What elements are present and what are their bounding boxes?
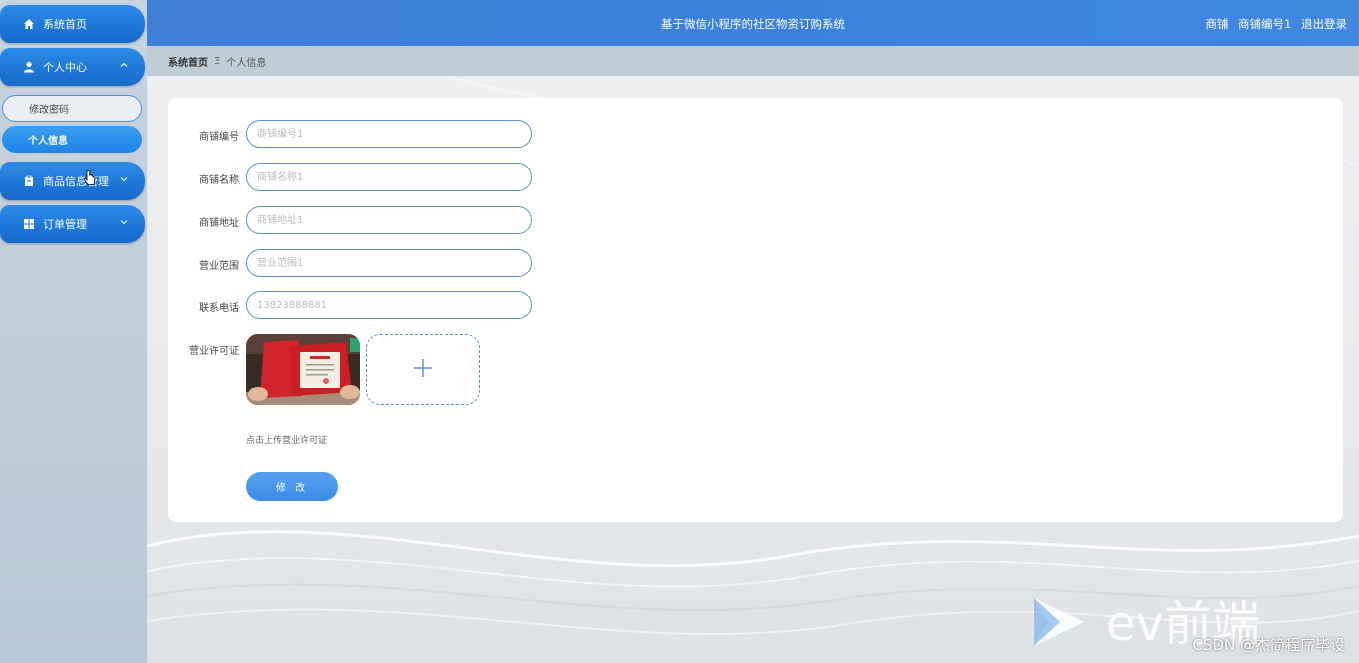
sidebar-item-label: 系统首页: [43, 18, 87, 31]
upload-hint: 点击上传营业许可证: [246, 436, 328, 446]
field-label-shop-address: 商铺地址: [199, 218, 239, 229]
breadcrumb-current: 个人信息: [226, 57, 267, 69]
field-label-shop-id: 商铺编号: [199, 132, 239, 143]
submit-button[interactable]: 修 改: [246, 472, 338, 501]
sidebar-subitem-label: 修改密码: [29, 105, 69, 116]
chevron-down-icon: [119, 174, 129, 184]
shop-name-input[interactable]: [246, 163, 532, 191]
user-icon: [22, 60, 36, 74]
sidebar-item-label: 商品信息管理: [43, 175, 109, 188]
breadcrumb: 系统首页 Ξ 个人信息: [147, 46, 1359, 76]
field-label-phone: 联系电话: [199, 303, 239, 314]
business-license-image[interactable]: [246, 334, 360, 405]
user-info: 商铺 商铺编号1 退出登录: [1199, 16, 1347, 32]
chevron-up-icon: [119, 60, 129, 70]
top-header: 基于微信小程序的社区物资订购系统 商铺 商铺编号1 退出登录: [147, 0, 1359, 46]
sidebar-item-label: 订单管理: [43, 218, 87, 231]
sidebar-subitem-label: 个人信息: [28, 136, 68, 147]
watermark-text: CSDN @杰简程序毕设: [1192, 636, 1345, 654]
plus-icon: [412, 357, 434, 382]
goods-icon: [22, 174, 36, 188]
sidebar-item-goods-management[interactable]: 商品信息管理: [0, 162, 145, 200]
system-title: 基于微信小程序的社区物资订购系统: [661, 17, 845, 31]
chevron-down-icon: [119, 217, 129, 227]
sidebar-subitem-personal-info[interactable]: 个人信息: [2, 126, 142, 153]
mouse-cursor-icon: [83, 169, 96, 189]
field-label-shop-name: 商铺名称: [199, 175, 239, 186]
user-name: 商铺编号1: [1238, 17, 1292, 31]
home-icon: [22, 17, 36, 31]
breadcrumb-separator: Ξ: [214, 55, 221, 67]
user-role: 商铺: [1205, 17, 1229, 31]
sidebar-item-order-management[interactable]: 订单管理: [0, 205, 145, 243]
shop-id-input[interactable]: [246, 120, 532, 148]
license-upload-button[interactable]: [366, 334, 480, 405]
sidebar-subitem-change-password[interactable]: 修改密码: [2, 95, 142, 122]
grid-icon: [22, 217, 36, 231]
logout-link[interactable]: 退出登录: [1301, 17, 1347, 31]
field-label-business-scope: 营业范围: [199, 261, 239, 272]
sidebar: 系统首页 个人中心 修改密码 个人信息 商品信息管理 订单管理: [0, 0, 147, 663]
business-scope-input[interactable]: [246, 249, 532, 277]
sidebar-item-home[interactable]: 系统首页: [0, 5, 145, 43]
field-label-business-license: 营业许可证: [189, 346, 239, 357]
sidebar-item-label: 个人中心: [43, 61, 87, 74]
phone-input[interactable]: [246, 291, 532, 319]
breadcrumb-home[interactable]: 系统首页: [168, 54, 208, 69]
sidebar-item-personal-center[interactable]: 个人中心: [0, 48, 145, 86]
shop-address-input[interactable]: [246, 206, 532, 234]
